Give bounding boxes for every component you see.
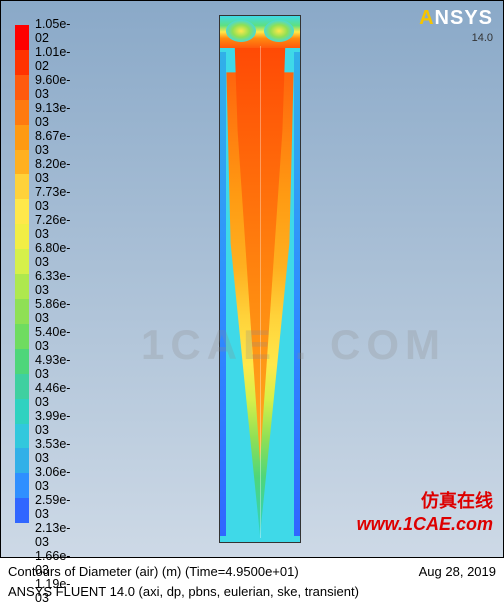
legend-labels: 1.05e-021.01e-029.60e-039.13e-038.67e-03… — [35, 17, 70, 531]
legend-swatch — [15, 349, 29, 374]
legend-swatch — [15, 50, 29, 75]
legend-label: 3.53e-03 — [35, 437, 70, 465]
legend-label: 1.01e-02 — [35, 45, 70, 73]
legend-swatch — [15, 174, 29, 199]
brand-version: 14.0 — [419, 32, 493, 44]
legend-swatch — [15, 274, 29, 299]
legend-label: 3.99e-03 — [35, 409, 70, 437]
legend-swatch — [15, 249, 29, 274]
caption-title: Contours of Diameter (air) (m) (Time=4.9… — [8, 562, 299, 582]
brand-a: A — [419, 7, 434, 29]
legend-swatch — [15, 125, 29, 150]
legend-label: 2.13e-03 — [35, 521, 70, 549]
legend-label: 6.33e-03 — [35, 269, 70, 297]
legend-swatch — [15, 224, 29, 249]
axis-line — [260, 46, 261, 538]
watermark-url: www.1CAE.com — [357, 514, 493, 535]
legend-label: 7.73e-03 — [35, 185, 70, 213]
caption: Contours of Diameter (air) (m) (Time=4.9… — [8, 562, 496, 601]
caption-solver: ANSYS FLUENT 14.0 (axi, dp, pbns, euleri… — [8, 582, 496, 602]
legend-swatch — [15, 25, 29, 50]
legend-label: 4.46e-03 — [35, 381, 70, 409]
legend-swatch — [15, 374, 29, 399]
vortex-left — [226, 20, 256, 42]
legend-label: 3.06e-03 — [35, 465, 70, 493]
legend-label: 2.59e-03 — [35, 493, 70, 521]
legend-swatch — [15, 498, 29, 523]
vortex-right — [264, 20, 294, 42]
watermark-cn: 仿真在线 — [421, 487, 493, 513]
wall-layer-left — [220, 52, 226, 536]
legend-label: 6.80e-03 — [35, 241, 70, 269]
legend-label: 5.86e-03 — [35, 297, 70, 325]
caption-date: Aug 28, 2019 — [419, 562, 496, 582]
legend-colorbar — [15, 25, 29, 523]
contour-domain — [219, 15, 301, 543]
legend-swatch — [15, 199, 29, 224]
legend-label: 5.40e-03 — [35, 325, 70, 353]
brand-logo: ANSYS 14.0 — [419, 7, 493, 44]
legend-swatch — [15, 299, 29, 324]
legend-swatch — [15, 473, 29, 498]
legend-swatch — [15, 399, 29, 424]
legend-swatch — [15, 150, 29, 175]
caption-row-1: Contours of Diameter (air) (m) (Time=4.9… — [8, 562, 496, 582]
legend-label: 8.20e-03 — [35, 157, 70, 185]
contour-top-region — [220, 16, 300, 48]
legend-label: 7.26e-03 — [35, 213, 70, 241]
legend-swatch — [15, 75, 29, 100]
legend-label: 4.93e-03 — [35, 353, 70, 381]
legend-swatch — [15, 448, 29, 473]
brand-name: ANSYS — [419, 7, 493, 30]
legend-swatch — [15, 100, 29, 125]
wall-layer-right — [294, 52, 300, 536]
plot-area: ANSYS 14.0 1.05e-021.01e-029.60e-039.13e… — [0, 0, 504, 558]
legend-label: 8.67e-03 — [35, 129, 70, 157]
legend-label: 1.05e-02 — [35, 17, 70, 45]
legend-label: 9.60e-03 — [35, 73, 70, 101]
legend-swatch — [15, 424, 29, 449]
legend-label: 9.13e-03 — [35, 101, 70, 129]
brand-rest: NSYS — [435, 7, 493, 29]
legend-swatch — [15, 324, 29, 349]
